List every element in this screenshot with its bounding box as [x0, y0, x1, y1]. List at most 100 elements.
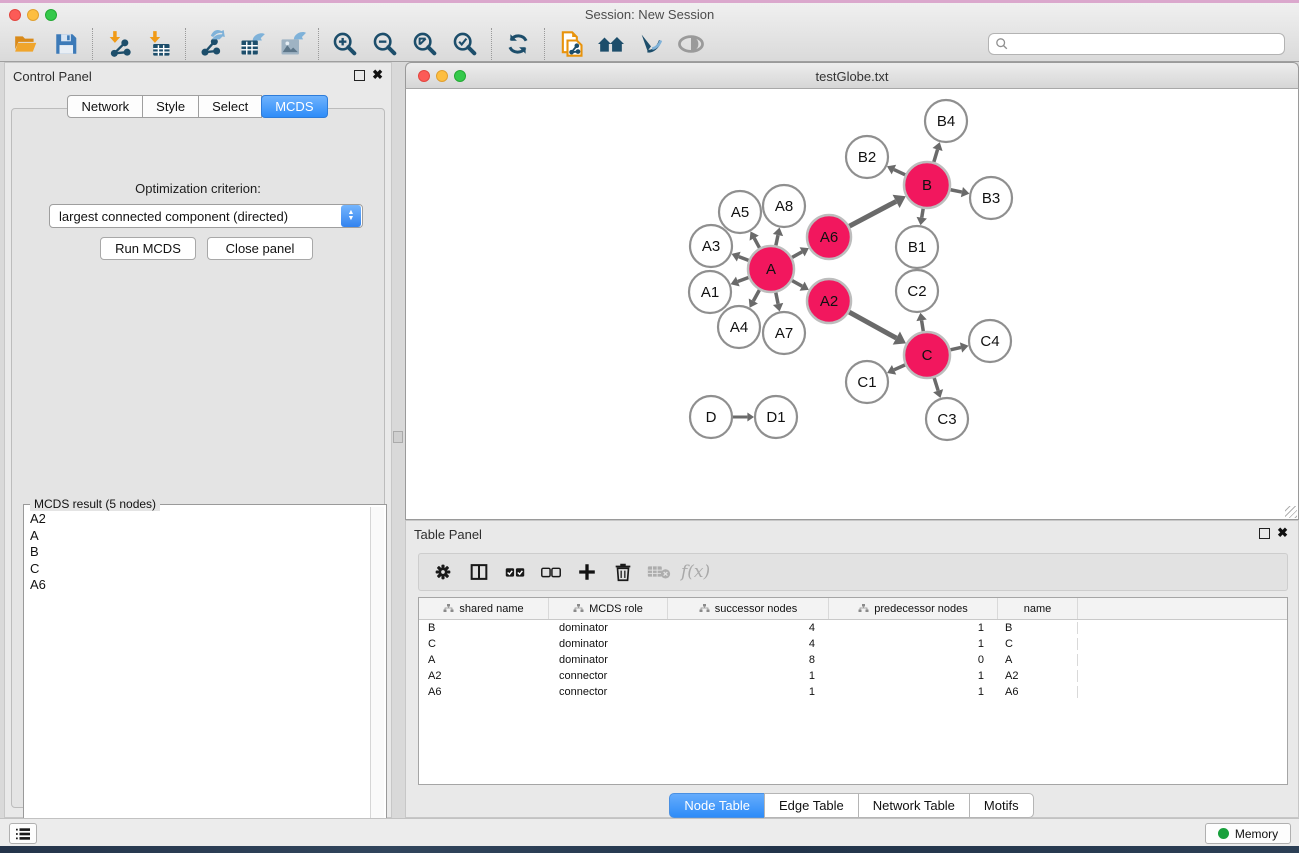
clone-network-button[interactable]: [551, 28, 591, 60]
column-header-mcds-role[interactable]: MCDS role: [549, 598, 668, 619]
graph-edge-A-A6[interactable]: [792, 252, 802, 258]
column-header-predecessor-nodes[interactable]: predecessor nodes: [829, 598, 998, 619]
network-canvas[interactable]: B4B2BB3A5A8A6A3B1AA1C2A2A4A7C4CC1C3DD1: [405, 89, 1299, 520]
function-builder-button[interactable]: f(x): [681, 562, 710, 582]
graph-edge-A-A3[interactable]: [739, 257, 749, 261]
graph-node-label-A5: A5: [731, 204, 749, 221]
import-network-button[interactable]: [99, 28, 139, 60]
task-history-button[interactable]: [9, 823, 37, 844]
export-image-button[interactable]: [272, 28, 312, 60]
clone-network-icon: [557, 30, 585, 58]
add-column-button[interactable]: [569, 557, 605, 587]
tab-select[interactable]: Select: [198, 95, 262, 118]
zoom-selected-button[interactable]: [445, 28, 485, 60]
criterion-value: largest connected component (directed): [50, 209, 341, 224]
graph-edge-A-A5[interactable]: [754, 238, 759, 248]
result-list-scrollbar[interactable]: [370, 507, 384, 842]
graph-node-label-D1: D1: [766, 409, 785, 426]
memory-label: Memory: [1235, 827, 1278, 841]
optimization-criterion-label: Optimization criterion:: [12, 181, 384, 196]
graph-edge-A-A1[interactable]: [738, 277, 749, 281]
criterion-dropdown[interactable]: largest connected component (directed) ▲…: [49, 204, 363, 228]
graph-node-label-B1: B1: [908, 239, 926, 256]
vertical-split-handle[interactable]: [393, 431, 403, 443]
close-panel-icon[interactable]: ✖: [1277, 525, 1288, 541]
export-table-button[interactable]: [232, 28, 272, 60]
delete-column-button[interactable]: [605, 557, 641, 587]
deselect-all-button[interactable]: [533, 557, 569, 587]
float-panel-icon[interactable]: [354, 70, 365, 81]
zoom-fit-button[interactable]: [405, 28, 445, 60]
tab-network[interactable]: Network: [67, 95, 143, 118]
mcds-result-item[interactable]: A2: [26, 511, 366, 528]
graph-edge-arrow: [917, 217, 927, 225]
run-mcds-button[interactable]: Run MCDS: [100, 237, 196, 260]
close-panel-button[interactable]: Close panel: [207, 237, 313, 260]
tab-edge-table[interactable]: Edge Table: [764, 793, 859, 818]
mcds-result-item[interactable]: A6: [26, 577, 366, 594]
graph-edge-B-B1[interactable]: [922, 209, 923, 218]
float-panel-icon[interactable]: [1259, 528, 1270, 539]
table-row[interactable]: A2 connector 1 1 A2: [419, 668, 1287, 684]
tab-node-table[interactable]: Node Table: [669, 793, 765, 818]
graph-node-label-A7: A7: [775, 325, 793, 342]
tab-style[interactable]: Style: [142, 95, 199, 118]
network-window-titlebar[interactable]: testGlobe.txt: [405, 62, 1299, 89]
export-network-button[interactable]: [192, 28, 232, 60]
graph-edge-C-C4[interactable]: [950, 347, 961, 349]
close-panel-icon[interactable]: ✖: [372, 67, 383, 83]
column-header-name[interactable]: name: [998, 598, 1078, 619]
delete-table-button[interactable]: [641, 557, 677, 587]
import-table-button[interactable]: [139, 28, 179, 60]
graph-edge-B-B4[interactable]: [934, 149, 938, 162]
graph-node-label-A1: A1: [701, 284, 719, 301]
cell-mcds-role: dominator: [549, 654, 668, 666]
table-row[interactable]: C dominator 4 1 C: [419, 636, 1287, 652]
graph-edge-C-C1[interactable]: [894, 365, 905, 370]
mcds-result-item[interactable]: B: [26, 544, 366, 561]
app-window: Session: New Session: [0, 3, 1299, 846]
search-input[interactable]: [1009, 37, 1278, 51]
table-row[interactable]: A dominator 8 0 A: [419, 652, 1287, 668]
mcds-result-item[interactable]: A: [26, 528, 366, 545]
memory-button[interactable]: Memory: [1205, 823, 1291, 844]
tab-motifs[interactable]: Motifs: [969, 793, 1034, 818]
save-session-button[interactable]: [46, 28, 86, 60]
zoom-in-button[interactable]: [325, 28, 365, 60]
column-layout-button[interactable]: [461, 557, 497, 587]
mcds-result-item[interactable]: C: [26, 561, 366, 578]
table-row[interactable]: B dominator 4 1 B: [419, 620, 1287, 636]
mcds-result-title: MCDS result (5 nodes): [30, 497, 160, 511]
graph-edge-A6-B[interactable]: [849, 201, 896, 226]
zoom-out-button[interactable]: [365, 28, 405, 60]
open-session-button[interactable]: [6, 28, 46, 60]
show-hide-button[interactable]: [671, 28, 711, 60]
style-validator-button[interactable]: [631, 28, 671, 60]
refresh-button[interactable]: [498, 28, 538, 60]
table-settings-button[interactable]: [425, 557, 461, 587]
mcds-result-list: A2 A B C A6: [26, 511, 366, 594]
graph-edge-B-B3[interactable]: [951, 190, 962, 192]
graph-edge-A2-C[interactable]: [849, 312, 896, 338]
graph-edge-B-B2[interactable]: [894, 170, 905, 175]
column-header-shared-name[interactable]: shared name: [419, 598, 549, 619]
search-field[interactable]: [988, 33, 1285, 55]
graph-edge-A-A2[interactable]: [792, 281, 802, 287]
cell-successor-nodes: 8: [668, 654, 829, 666]
graph-edge-A-A4[interactable]: [753, 290, 759, 301]
select-all-button[interactable]: [497, 557, 533, 587]
column-header-successor-nodes[interactable]: successor nodes: [668, 598, 829, 619]
tab-network-table[interactable]: Network Table: [858, 793, 970, 818]
table-row[interactable]: A6 connector 1 1 A6: [419, 684, 1287, 700]
import-network-icon: [105, 30, 133, 58]
plus-icon: [576, 561, 598, 583]
graph-edge-A-A8[interactable]: [776, 235, 778, 245]
graph-edge-A-A7[interactable]: [776, 293, 778, 304]
control-panel-title: Control Panel: [13, 69, 92, 84]
tab-mcds[interactable]: MCDS: [261, 95, 327, 118]
home-button[interactable]: [591, 28, 631, 60]
graph-edge-C-C3[interactable]: [934, 378, 938, 391]
resize-grip-icon[interactable]: [1285, 506, 1297, 518]
graph-edge-C-C2[interactable]: [922, 320, 924, 331]
status-bar: Memory: [0, 818, 1299, 846]
